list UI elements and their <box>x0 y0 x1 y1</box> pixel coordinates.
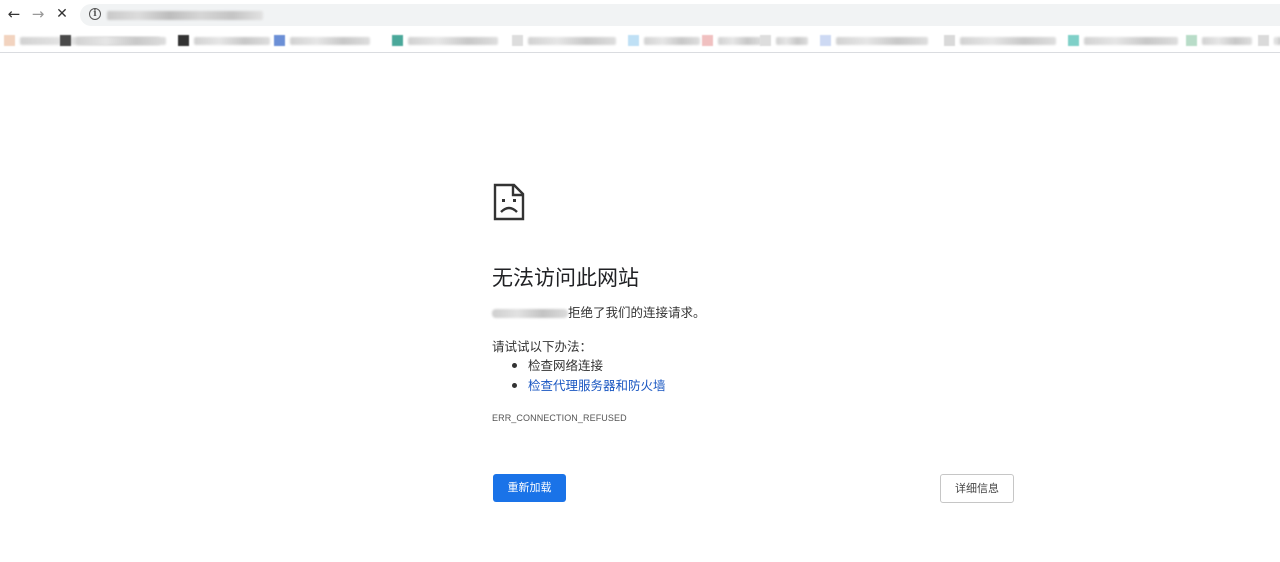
bookmark-favicon-icon <box>60 35 71 46</box>
browser-toolbar: ← → ✕ i <box>0 0 1280 30</box>
site-info-icon[interactable]: i <box>89 8 101 20</box>
address-bar[interactable]: i <box>80 4 1280 26</box>
suggestions-heading: 请试试以下办法： <box>492 339 593 354</box>
sad-page-icon <box>493 183 525 221</box>
bookmarks-bar <box>0 30 1280 53</box>
bookmark-favicon-icon <box>392 35 403 46</box>
bookmark-favicon-icon <box>944 35 955 46</box>
host-message-text: 拒绝了我们的连接请求。 <box>568 305 706 320</box>
bookmark-favicon-icon <box>1068 35 1079 46</box>
suggestion-check-network: 检查网络连接 <box>512 357 666 377</box>
bookmark-favicon-icon <box>628 35 639 46</box>
bookmark-favicon-icon <box>702 35 713 46</box>
reload-button[interactable]: 重新加载 <box>493 474 566 502</box>
url-text-redacted <box>107 11 263 20</box>
forward-arrow-icon[interactable]: → <box>28 4 48 24</box>
details-button[interactable]: 详细信息 <box>940 474 1014 503</box>
connection-refused-message: 拒绝了我们的连接请求。 <box>492 302 706 321</box>
bookmark-favicon-icon <box>1186 35 1197 46</box>
back-arrow-icon[interactable]: ← <box>4 4 24 24</box>
suggestions-list: 检查网络连接 检查代理服务器和防火墙 <box>512 357 666 397</box>
host-name-redacted <box>492 309 568 318</box>
stop-loading-icon[interactable]: ✕ <box>52 4 72 24</box>
bookmark-favicon-icon <box>512 35 523 46</box>
bookmark-favicon-icon <box>4 35 15 46</box>
bookmark-favicon-icon <box>1258 35 1269 46</box>
bookmark-favicon-icon <box>178 35 189 46</box>
error-code: ERR_CONNECTION_REFUSED <box>492 413 627 423</box>
bookmark-favicon-icon <box>274 35 285 46</box>
bookmark-favicon-icon <box>820 35 831 46</box>
bookmark-favicon-icon <box>760 35 771 46</box>
suggestion-check-proxy-firewall-link[interactable]: 检查代理服务器和防火墙 <box>512 377 666 397</box>
page-title: 无法访问此网站 <box>492 266 639 290</box>
